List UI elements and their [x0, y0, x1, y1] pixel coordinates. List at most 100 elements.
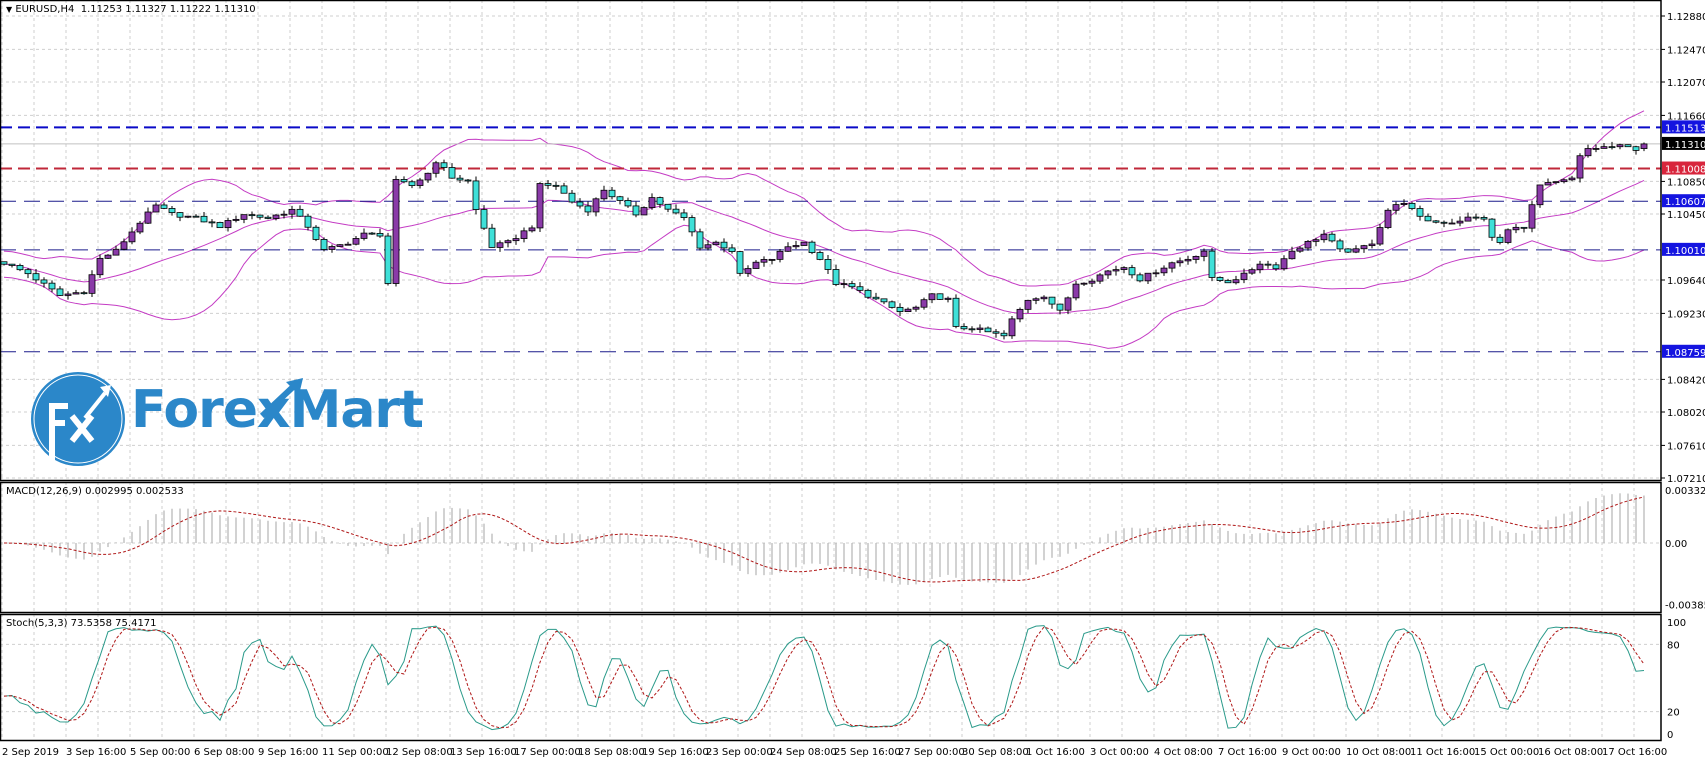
- candle-bear: [568, 192, 576, 203]
- bollinger-middle-band: [3, 179, 1645, 314]
- time-label: 30 Sep 08:00: [962, 747, 1029, 758]
- time-label: 12 Sep 08:00: [386, 747, 453, 758]
- price-tick-label: 1.10850: [1667, 177, 1705, 188]
- bollinger-upper-band: [3, 110, 1645, 287]
- candle-bull: [432, 162, 440, 174]
- candle-bear: [384, 235, 392, 284]
- candle-bull: [1552, 181, 1560, 184]
- price-label-support: 1.10607: [1665, 197, 1705, 208]
- candle-bear: [1056, 303, 1064, 311]
- candle-bear: [1336, 240, 1344, 250]
- time-label: 3 Oct 00:00: [1090, 747, 1149, 758]
- price-tick-label: 1.07210: [1667, 474, 1705, 485]
- candle-bear: [872, 296, 880, 300]
- candle-bull: [1576, 155, 1584, 179]
- time-label: 2 Sep 2019: [2, 747, 59, 758]
- candle-bull: [1512, 226, 1520, 231]
- candle-bull: [96, 257, 104, 276]
- candle-bear: [832, 269, 840, 285]
- candle-bull: [776, 250, 784, 260]
- price-tick-label: 1.08020: [1667, 408, 1705, 419]
- candle-bear: [408, 181, 416, 186]
- candle-bear: [320, 239, 328, 250]
- candle-bull: [944, 297, 952, 300]
- candle-bear: [488, 227, 496, 248]
- candle-bull: [1296, 247, 1304, 252]
- candle-bear: [864, 289, 872, 298]
- time-label: 18 Sep 08:00: [578, 747, 645, 758]
- candle-bull: [1304, 240, 1312, 249]
- candle-bull: [1320, 233, 1328, 241]
- candle-bear: [1608, 146, 1616, 149]
- candle-bear: [608, 189, 616, 198]
- time-label: 9 Oct 00:00: [1282, 747, 1341, 758]
- candle-bear: [888, 301, 896, 308]
- candle-bull: [352, 238, 360, 245]
- candle-bear: [472, 180, 480, 210]
- candle-bear: [480, 209, 488, 229]
- candle-bear: [968, 328, 976, 331]
- candle-bear: [856, 286, 864, 291]
- candle-bull: [1096, 274, 1104, 282]
- price-tick-label: 1.09230: [1667, 309, 1705, 320]
- time-label: 24 Sep 08:00: [770, 747, 837, 758]
- candle-bull: [712, 241, 720, 246]
- time-label: 17 Sep 00:00: [514, 747, 581, 758]
- candle-bull: [600, 189, 608, 200]
- candle-bull: [792, 245, 800, 248]
- candle-bull: [1168, 262, 1176, 269]
- stoch-tick-label: 0: [1667, 730, 1673, 741]
- candle-bull: [336, 244, 344, 247]
- candle-bull: [1368, 243, 1376, 247]
- candle-bull: [240, 214, 248, 220]
- candle-bull: [120, 241, 128, 250]
- candle-bear: [680, 212, 688, 218]
- time-label: 4 Oct 08:00: [1154, 747, 1213, 758]
- candle-bull: [1352, 248, 1360, 253]
- candle-bear: [1520, 226, 1528, 229]
- candle-bull: [1016, 308, 1024, 320]
- candle-bull: [1144, 272, 1152, 282]
- candle-bull: [88, 274, 96, 294]
- candle-bear: [664, 203, 672, 210]
- price-tick-label: 1.12070: [1667, 78, 1705, 89]
- candle-bull: [392, 179, 400, 284]
- candle-bear: [1136, 274, 1144, 282]
- candle-bull: [640, 207, 648, 216]
- candle-bear: [824, 259, 832, 270]
- triangle-down-icon[interactable]: ▼: [6, 5, 12, 14]
- chart-header: ▼ EURUSD,H4 1.11253 1.11327 1.11222 1.11…: [6, 4, 256, 15]
- candle-bear: [368, 232, 376, 235]
- candle-bull: [1152, 272, 1160, 275]
- candle-bull: [1288, 250, 1296, 260]
- price-tick-label: 1.12470: [1667, 45, 1705, 56]
- candle-bear: [312, 226, 320, 240]
- candle-bear: [8, 263, 16, 266]
- candle-bear: [32, 273, 40, 281]
- candle-bear: [1416, 208, 1424, 217]
- candle-bear: [936, 293, 944, 300]
- time-label: 3 Sep 16:00: [66, 747, 126, 758]
- macd-tick-label: 0.003321: [1665, 486, 1705, 497]
- price-label-support: 1.10010: [1665, 246, 1705, 257]
- candle-bull: [424, 172, 432, 181]
- candle-bear: [0, 261, 8, 265]
- arrow-up-icon: [259, 378, 303, 418]
- panel-frame: [0, 613, 1662, 742]
- candle-bull: [1392, 204, 1400, 211]
- candle-bear: [248, 214, 256, 217]
- candle-bull: [1160, 267, 1168, 274]
- candle-bear: [24, 269, 32, 275]
- candle-bull: [280, 213, 288, 216]
- candle-bear: [1488, 218, 1496, 238]
- time-label: 17 Oct 16:00: [1602, 747, 1667, 758]
- candle-bull: [704, 244, 712, 249]
- candle-bear: [896, 306, 904, 313]
- price-label-resistance: 1.11513: [1665, 123, 1705, 134]
- candle-bull: [1184, 259, 1192, 262]
- candle-bull: [1200, 250, 1208, 257]
- time-label: 16 Oct 08:00: [1538, 747, 1603, 758]
- candle-bull: [1544, 182, 1552, 186]
- candle-bear: [1408, 202, 1416, 209]
- candle-bull: [1088, 280, 1096, 284]
